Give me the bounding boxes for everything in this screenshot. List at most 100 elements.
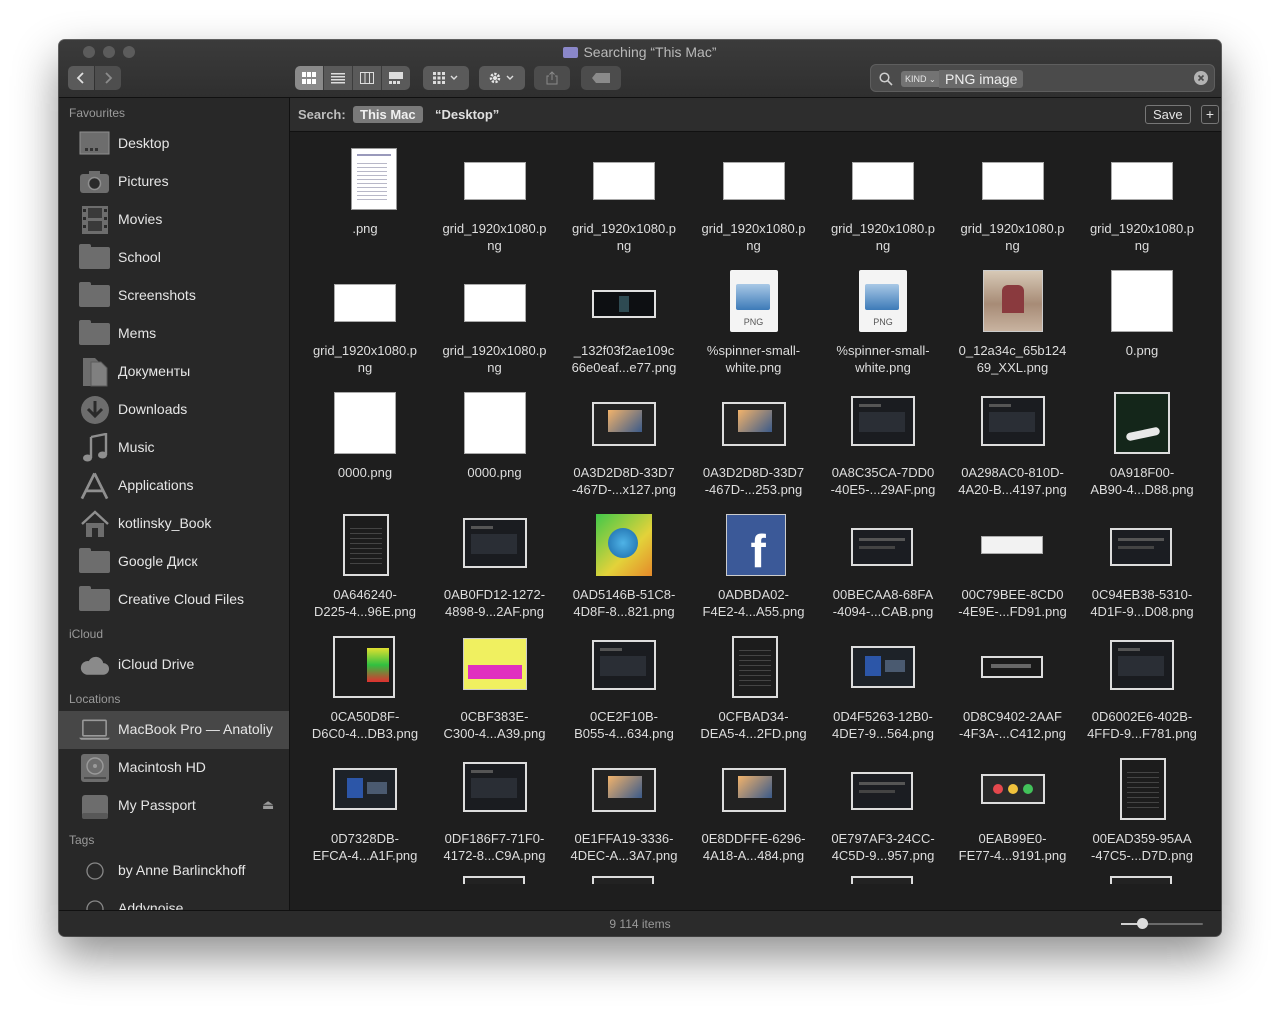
file-name: 0D4F5263-12B0- 4DE7-9...564.png <box>819 708 947 742</box>
file-item[interactable]: 00EAD359-95AA -47C5-...D7D.png <box>1078 750 1206 872</box>
sidebar-item-creative-cloud-files[interactable]: Creative Cloud Files <box>59 581 289 619</box>
file-name-line-1: 0000.png <box>337 465 393 480</box>
file-thumbnail <box>463 392 526 454</box>
file-item[interactable]: 0000.png <box>301 384 429 506</box>
file-item[interactable]: 0EAB99E0- FE77-4...9191.png <box>949 750 1077 872</box>
sidebar-item-pictures[interactable]: Pictures <box>59 163 289 201</box>
file-item[interactable]: 0CE2F10B- B055-4...634.png <box>560 628 688 750</box>
file-item[interactable]: 0E1FFA19-3336- 4DEC-A...3A7.png <box>560 750 688 872</box>
search-token-value[interactable]: PNG image <box>939 70 1024 88</box>
file-item[interactable]: 0AD5146B-51C8- 4D8F-8...821.png <box>560 506 688 628</box>
file-item[interactable]: 0D6002E6-402B- 4FFD-9...F781.png <box>1078 628 1206 750</box>
search-token-kind[interactable]: KIND ⌄ <box>901 71 940 87</box>
file-item[interactable]: 0DF186F7-71F0- 4172-8...C9A.png <box>431 750 559 872</box>
back-button[interactable] <box>68 66 94 90</box>
sidebar-item-google-диск[interactable]: Google Диск <box>59 543 289 581</box>
columns-icon <box>360 72 374 84</box>
list-view-button[interactable] <box>324 66 353 90</box>
file-item[interactable]: grid_1920x1080.p ng <box>1078 140 1206 262</box>
file-item[interactable]: grid_1920x1080.p ng <box>301 262 429 384</box>
file-item[interactable]: grid_1920x1080.p ng <box>819 140 947 262</box>
file-item[interactable]: 0E8DDFFE-6296- 4A18-A...484.png <box>690 750 818 872</box>
file-name-line-2: 4D1F-9...D08.png <box>1090 604 1194 619</box>
file-name-line-1: grid_1920x1080.p <box>571 221 677 236</box>
file-name-line-1: 0.png <box>1125 343 1159 358</box>
file-name: grid_1920x1080.p ng <box>301 342 429 376</box>
sidebar-item-school[interactable]: School <box>59 239 289 277</box>
file-item[interactable]: grid_1920x1080.p ng <box>560 140 688 262</box>
sidebar-item-my-passport[interactable]: My Passport ⏏ <box>59 787 289 825</box>
sidebar-item-macbook-pro-anatoliy[interactable]: MacBook Pro — Anatoliy <box>59 711 289 749</box>
gallery-view-button[interactable] <box>382 66 410 90</box>
clear-search-button[interactable] <box>1194 71 1208 85</box>
file-thumbnail <box>851 646 915 688</box>
file-item[interactable]: 0A646240- D225-4...96E.png <box>301 506 429 628</box>
file-item[interactable]: 00BECAA8-68FA -4094-...CAB.png <box>819 506 947 628</box>
file-item[interactable]: 0CFBAD34- DEA5-4...2FD.png <box>690 628 818 750</box>
file-item[interactable]: f 0ADBDA02- F4E2-4...A55.png <box>690 506 818 628</box>
icon-size-slider[interactable] <box>1121 918 1203 929</box>
sidebar-item-desktop[interactable]: Desktop <box>59 125 289 163</box>
file-name: 00C79BEE-8CD0 -4E9E-...FD91.png <box>949 586 1077 620</box>
scope-this-mac-button[interactable]: This Mac <box>353 106 423 123</box>
file-item[interactable]: 0AB0FD12-1272- 4898-9...2AF.png <box>431 506 559 628</box>
home-icon <box>79 509 110 539</box>
file-item[interactable]: PNG %spinner-small-white.png <box>819 262 947 384</box>
file-item[interactable]: 0CA50D8F- D6C0-4...DB3.png <box>301 628 429 750</box>
sidebar-item-kotlinsky-book[interactable]: kotlinsky_Book <box>59 505 289 543</box>
file-item[interactable]: 0A3D2D8D-33D7 -467D-...253.png <box>690 384 818 506</box>
eject-icon[interactable]: ⏏ <box>262 797 274 813</box>
sidebar-item-music[interactable]: Music <box>59 429 289 467</box>
sidebar-item-screenshots[interactable]: Screenshots <box>59 277 289 315</box>
sidebar-item-movies[interactable]: Movies <box>59 201 289 239</box>
add-criteria-button[interactable]: + <box>1201 105 1219 124</box>
sidebar-item-документы[interactable]: Документы <box>59 353 289 391</box>
file-item[interactable]: grid_1920x1080.p ng <box>431 262 559 384</box>
file-item[interactable]: PNG %spinner-small-white.png <box>690 262 818 384</box>
file-item[interactable]: 0C94EB38-5310- 4D1F-9...D08.png <box>1078 506 1206 628</box>
file-item[interactable]: 0E797AF3-24CC- 4C5D-9...957.png <box>819 750 947 872</box>
save-search-button[interactable]: Save <box>1145 105 1191 124</box>
file-item[interactable]: 0000.png <box>431 384 559 506</box>
file-item[interactable]: 0CBF383E- C300-4...A39.png <box>431 628 559 750</box>
file-name-line-2: 4DE7-9...564.png <box>832 726 934 741</box>
column-view-button[interactable] <box>353 66 382 90</box>
sidebar-item-applications[interactable]: Applications <box>59 467 289 505</box>
file-item[interactable]: 0D8C9402-2AAF -4F3A-...C412.png <box>949 628 1077 750</box>
file-item[interactable]: grid_1920x1080.p ng <box>431 140 559 262</box>
sidebar-item-label: Google Диск <box>118 553 198 569</box>
edit-tags-button[interactable] <box>581 66 621 90</box>
action-button[interactable] <box>479 66 525 90</box>
file-thumbnail-partial <box>592 876 654 884</box>
file-item[interactable]: 0.png <box>1078 262 1206 384</box>
file-name: 0CBF383E- C300-4...A39.png <box>431 708 559 742</box>
scope-desktop-button[interactable]: “Desktop” <box>435 107 499 122</box>
sidebar-item-macintosh-hd[interactable]: Macintosh HD <box>59 749 289 787</box>
icon-view-button[interactable] <box>295 66 324 90</box>
cloud-icon <box>79 650 110 680</box>
file-item[interactable]: 0A8C35CA-7DD0 -40E5-...29AF.png <box>819 384 947 506</box>
file-item[interactable]: grid_1920x1080.p ng <box>949 140 1077 262</box>
file-item[interactable]: 0A3D2D8D-33D7 -467D-...x127.png <box>560 384 688 506</box>
sidebar-item-downloads[interactable]: Downloads <box>59 391 289 429</box>
file-item[interactable]: 0D7328DB- EFCA-4...A1F.png <box>301 750 429 872</box>
file-item[interactable]: _132f03f2ae109c 66e0eaf...e77.png <box>560 262 688 384</box>
file-item[interactable]: .png <box>301 140 429 262</box>
file-item[interactable]: 0_12a34c_65b124 69_XXL.png <box>949 262 1077 384</box>
sidebar-item-label: Movies <box>118 211 163 227</box>
file-item[interactable]: grid_1920x1080.p ng <box>690 140 818 262</box>
sidebar-item-icloud-drive[interactable]: iCloud Drive <box>59 646 289 684</box>
file-name: grid_1920x1080.p ng <box>560 220 688 254</box>
file-item[interactable]: 0A298AC0-810D- 4A20-B...4197.png <box>949 384 1077 506</box>
file-item[interactable]: 00C79BEE-8CD0 -4E9E-...FD91.png <box>949 506 1077 628</box>
sidebar-item-by-anne-barlinckhoff[interactable]: by Anne Barlinckhoff <box>59 852 289 890</box>
share-button[interactable] <box>534 66 570 90</box>
sidebar-item-mems[interactable]: Mems <box>59 315 289 353</box>
file-item[interactable]: 0D4F5263-12B0- 4DE7-9...564.png <box>819 628 947 750</box>
slider-thumb[interactable] <box>1137 918 1148 929</box>
search-field[interactable]: KIND ⌄ PNG image <box>870 64 1215 92</box>
group-by-button[interactable] <box>423 66 469 90</box>
forward-button[interactable] <box>95 66 121 90</box>
file-item[interactable]: 0A918F00- AB90-4...D88.png <box>1078 384 1206 506</box>
sidebar-item-addynoise[interactable]: Addynoise <box>59 890 289 910</box>
